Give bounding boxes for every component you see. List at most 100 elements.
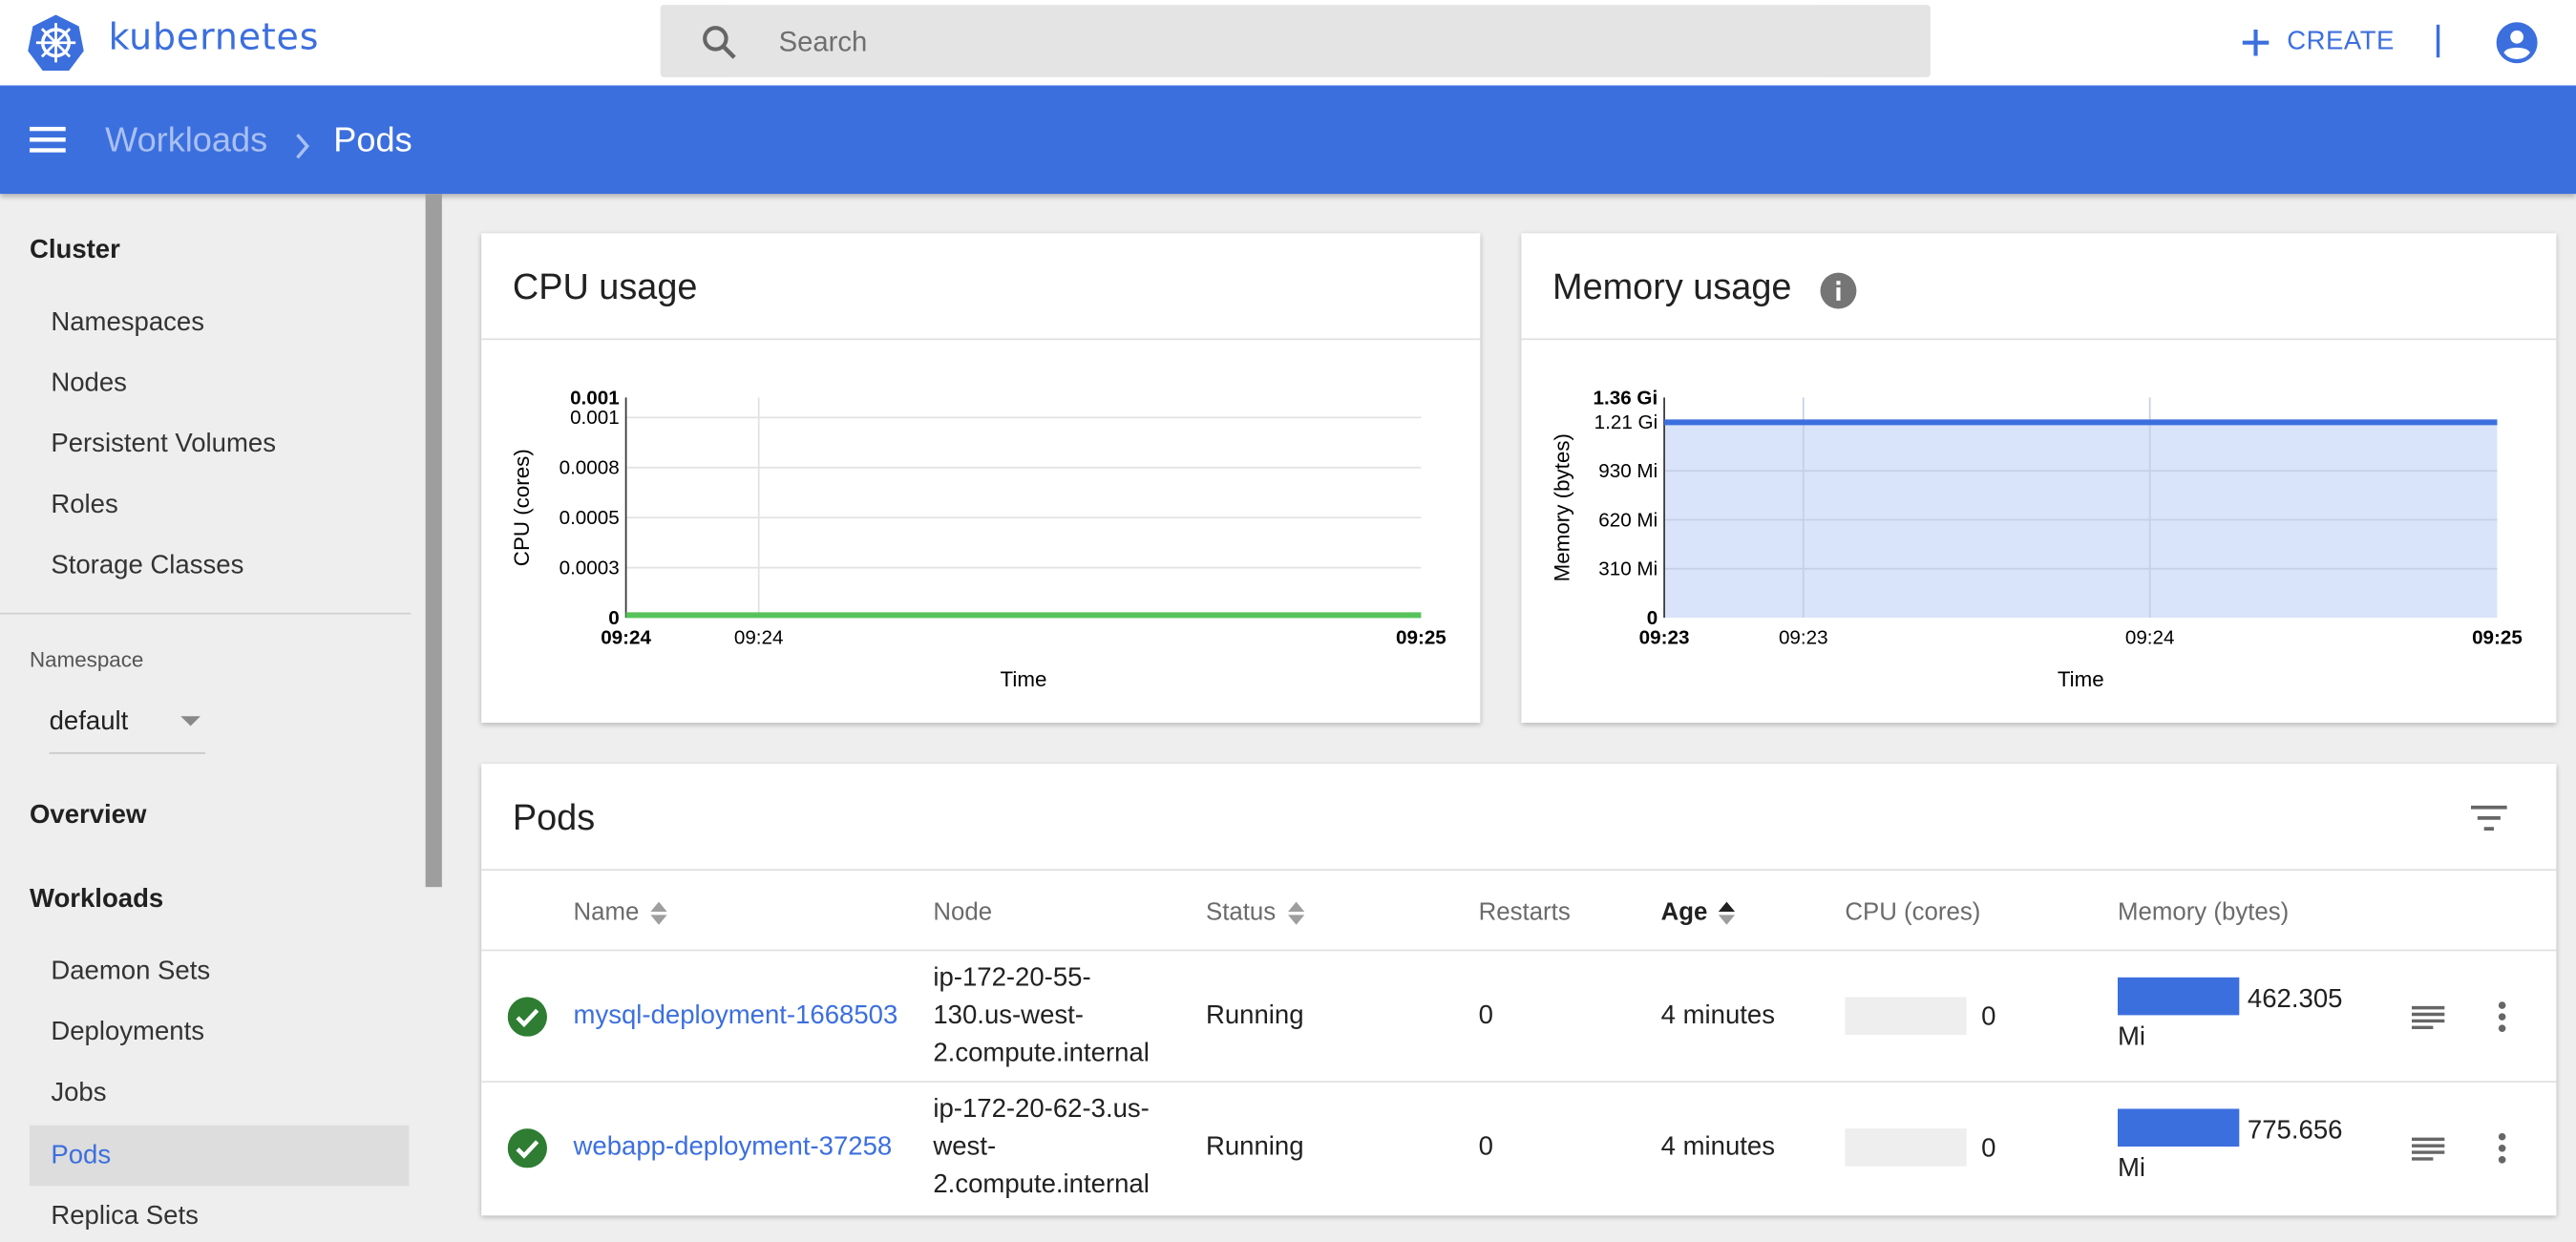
y-tick-label: 620 Mi [1598, 509, 1658, 531]
sidebar-heading-workloads[interactable]: Workloads [30, 885, 163, 915]
sort-icon[interactable] [1286, 900, 1306, 927]
pod-name-link[interactable]: webapp-deployment-37258 [574, 1133, 911, 1163]
create-button[interactable]: CREATE [2241, 20, 2395, 66]
search-input[interactable] [775, 5, 1900, 81]
y-tick-label: 0.0005 [560, 507, 620, 529]
pod-name-link[interactable]: mysql-deployment-1668503 [574, 1002, 911, 1032]
namespace-select[interactable]: default [49, 700, 206, 754]
column-age-label: Age [1660, 898, 1708, 927]
dropdown-arrow-icon [180, 716, 201, 726]
column-header-node: Node [933, 898, 993, 927]
sidebar-item-nodes[interactable]: Nodes [51, 369, 127, 399]
y-tick-label: 930 Mi [1598, 460, 1658, 482]
pod-memory: 775.656 [2247, 1117, 2343, 1146]
memory-chart: 0 310 Mi 620 Mi 930 Mi 1.21 Gi1.36 Gi 09:23 09… [1550, 387, 2523, 691]
sidebar-item-pods[interactable]: Pods [29, 1125, 410, 1187]
cpu-chart: 0 0.0003 0.0005 0.0008 0.0010.001 09:24 09:24 0… [510, 387, 1446, 691]
create-label: CREATE [2287, 28, 2395, 56]
sidebar: Cluster Namespaces Nodes Persistent Volu… [0, 194, 424, 1242]
pod-cpu: 0 [1981, 1003, 1996, 1032]
search-box[interactable] [660, 5, 1931, 81]
pod-status: Running [1205, 1001, 1304, 1030]
node-line: ip-172-20-62-3.us- [933, 1095, 1150, 1124]
y-axis-label: Memory (bytes) [1550, 433, 1573, 581]
y-tick-label: 1.21 Gi [1594, 411, 1658, 433]
namespace-value: default [49, 707, 129, 736]
column-name-label: Name [573, 898, 640, 927]
status-ok-icon [507, 1128, 547, 1168]
sidebar-item-namespaces[interactable]: Namespaces [51, 308, 204, 338]
pod-age: 4 minutes [1660, 1133, 1776, 1162]
x-tick-label: 09:24 [2125, 627, 2175, 649]
top-bar: kubernetes CREATE [0, 0, 2576, 86]
column-header-restarts: Restarts [1478, 898, 1571, 927]
pod-restarts: 0 [1478, 1133, 1493, 1162]
sidebar-item-roles[interactable]: Roles [51, 491, 117, 520]
pod-memory-unit: Mi [2117, 1022, 2146, 1052]
pod-node: ip-172-20-55- 130.us-west- 2.compute.inter… [933, 959, 1179, 1073]
x-tick-label: 09:25 [1396, 627, 1446, 649]
card-divider [481, 869, 2557, 871]
column-header-cpu: CPU (cores) [1845, 898, 1981, 927]
pod-memory: 462.305 [2247, 985, 2343, 1014]
y-tick-label: 0 [1647, 607, 1658, 629]
x-tick-label: 09:23 [1779, 627, 1828, 649]
app: kubernetes CREATE Workloads Pods Cluster… [0, 0, 2576, 1242]
column-header-name[interactable]: Name [574, 898, 669, 926]
breadcrumb-workloads[interactable]: Workloads [105, 121, 267, 160]
more-vert-icon[interactable] [2496, 1132, 2509, 1165]
sidebar-item-jobs[interactable]: Jobs [51, 1079, 106, 1108]
sidebar-item-persistent-volumes[interactable]: Persistent Volumes [51, 431, 276, 460]
column-header-age[interactable]: Age [1661, 898, 1738, 926]
logs-icon[interactable] [2411, 1137, 2445, 1162]
sort-ascending-icon[interactable] [1718, 900, 1738, 927]
search-icon [703, 26, 736, 59]
sidebar-divider [0, 612, 412, 615]
more-vert-icon[interactable] [2496, 1000, 2509, 1033]
pods-card: Pods Name Node Status Restarts Age CPU (… [481, 764, 2557, 1216]
column-header-status[interactable]: Status [1206, 898, 1305, 926]
x-tick-label: 09:24 [734, 627, 784, 649]
pod-node: ip-172-20-62-3.us-west- 2.compute.interna… [933, 1091, 1179, 1205]
namespace-label: Namespace [29, 646, 144, 672]
chevron-right-icon [296, 133, 310, 159]
y-tick-label: 0 [608, 607, 619, 629]
node-line: west- [933, 1133, 997, 1162]
table-row[interactable]: mysql-deployment-1668503 ip-172-20-55- 13… [481, 949, 2557, 1083]
memory-usage-bar [2117, 1108, 2240, 1147]
pod-cpu: 0 [1981, 1135, 1996, 1164]
x-tick-label: 09:24 [601, 627, 651, 649]
x-tick-label: 09:25 [2472, 627, 2523, 649]
status-ok-icon [507, 997, 547, 1037]
y-tick-label: 0.001 [570, 387, 620, 409]
sidebar-item-overview[interactable]: Overview [30, 802, 146, 832]
kubernetes-logo-icon[interactable] [27, 13, 86, 73]
header-divider [2436, 24, 2440, 58]
brand-name[interactable]: kubernetes [109, 18, 320, 59]
table-row[interactable]: webapp-deployment-37258 ip-172-20-62-3.u… [481, 1081, 2557, 1213]
account-icon[interactable] [2496, 21, 2539, 64]
memory-usage-card: Memory usage 0 310 Mi 620 Mi 930 Mi 1.21 Gi 1… [1521, 233, 2557, 724]
x-axis-label: Time [2058, 667, 2104, 691]
sidebar-item-daemon-sets[interactable]: Daemon Sets [51, 958, 210, 987]
logs-icon[interactable] [2411, 1005, 2445, 1030]
column-header-memory: Memory (bytes) [2117, 898, 2290, 927]
y-tick-label: 310 Mi [1598, 558, 1658, 580]
sidebar-item-deployments[interactable]: Deployments [51, 1019, 204, 1048]
node-line: ip-172-20-55- [933, 964, 1091, 993]
plus-icon [2242, 29, 2270, 56]
sidebar-item-replica-sets[interactable]: Replica Sets [51, 1203, 199, 1232]
pod-age: 4 minutes [1660, 1001, 1776, 1030]
node-line: 130.us-west- [933, 1001, 1084, 1030]
menu-icon[interactable] [29, 126, 66, 153]
y-tick-label: 1.36 Gi [1594, 387, 1658, 409]
sidebar-heading-cluster[interactable]: Cluster [30, 237, 120, 266]
pod-memory-unit: Mi [2117, 1154, 2146, 1183]
sidebar-scrollbar[interactable] [425, 194, 442, 888]
sort-icon[interactable] [649, 900, 669, 927]
cpu-usage-bar [1845, 997, 1967, 1036]
pods-card-title: Pods [512, 796, 596, 838]
x-tick-label: 09:23 [1639, 627, 1690, 649]
sidebar-item-storage-classes[interactable]: Storage Classes [51, 552, 243, 581]
filter-icon[interactable] [2470, 805, 2507, 832]
